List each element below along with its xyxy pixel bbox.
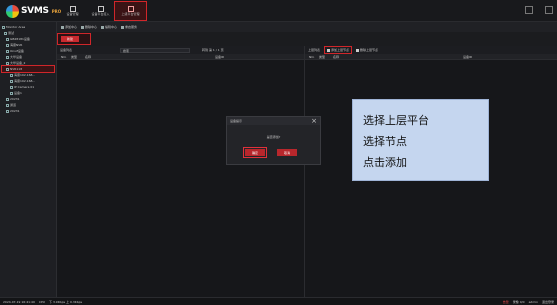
dialog-header: 设备提示 × [227,117,320,125]
device-node-icon [6,49,9,53]
logo-text: SVMS [21,6,49,16]
device-node-icon [6,97,9,101]
device-filter-bar: 设备列表 搜索 转到 第 1 / 1 页 [57,46,304,54]
folder-icon [4,31,7,35]
upper-action-bar: 上层列表 添加上层节点 删除上层节点 [305,46,557,54]
add-icon [61,25,64,29]
col-device-id: 设备ID [215,54,225,59]
cancel-button[interactable]: 取消 [277,149,297,156]
device-node-icon [6,67,9,71]
device-table-header: NO. 类型 名称 设备ID [57,54,304,60]
add-center-button[interactable]: 添加中心 [61,25,77,29]
edit-icon [101,25,105,29]
ok-button-highlight: 确定 [243,147,267,158]
main-toolbar: 添加中心 删除中心 编辑中心 重启服务 [57,22,557,32]
tab-upper-platform[interactable]: 上级平台管理 [114,1,147,21]
col-name: 名称 [333,54,340,59]
device-node-icon [6,43,9,47]
add-node-icon [327,48,331,52]
note-line: 点击添加 [363,156,407,169]
device-list-label: 设备列表 [60,48,73,52]
camera-icon [10,85,13,89]
alarm-indicator[interactable]: 告警 [503,300,509,304]
delete-node-icon [356,48,360,52]
new-button-highlight: 新建 [57,33,91,45]
close-icon[interactable]: × [311,117,317,125]
status-bar: 2024-07-19 16:41:40 CPU 下 3.9Kbps 上 0.3K… [0,297,557,305]
device-node-icon [6,55,9,59]
logo-icon [6,4,19,18]
restart-icon [121,25,125,29]
col-device-id: 设备ID [463,54,473,59]
device-tree: Monitor Area 测试 GB28181设备 海康NVR Onvif设备 … [0,22,57,297]
status-time: 2024-07-19 16:41:40 [3,299,35,304]
col-name: 名称 [85,54,92,59]
top-bar: SVMS PRO 设备管理 设备平台接入 上级平台管理 [0,0,557,22]
ok-button[interactable]: 确定 [245,149,265,156]
dialog-buttons: 确定 取消 [243,147,297,158]
col-no: NO. [309,54,315,59]
add-upper-node-button[interactable]: 添加上层节点 [324,46,353,54]
col-no: NO. [61,54,67,59]
tree-item[interactable]: 20231 [2,108,54,114]
device-node-icon [6,61,9,65]
new-button[interactable]: 新建 [61,36,79,42]
device-node-icon [6,103,9,107]
tab-platform-access[interactable]: 设备平台接入 [84,1,117,21]
camera-icon [10,79,13,83]
edit-center-button[interactable]: 编辑中心 [101,25,117,29]
window-controls [525,6,553,14]
note-line: 选择节点 [363,135,407,148]
restart-service-button[interactable]: 重启服务 [121,25,137,29]
upper-table-header: NO. 类型 名称 设备ID [305,54,557,60]
minimize-icon[interactable] [525,6,533,14]
record-count: 录像 0/0 [512,299,525,304]
device-search-input[interactable]: 搜索 [120,47,191,53]
camera-icon [10,91,13,95]
user-name: admin [528,299,538,304]
device-node-icon [6,109,9,113]
paging-info: 转到 第 1 / 1 页 [202,48,224,52]
delete-icon [81,25,85,29]
device-list-panel: 设备列表 搜索 转到 第 1 / 1 页 NO. 类型 名称 设备ID [57,46,305,297]
close-window-icon[interactable] [545,6,553,14]
confirm-dialog: 设备提示 × 是否添加? 确定 取消 [226,116,321,165]
note-line: 选择上层平台 [363,114,429,127]
network-rate: 下 3.9Kbps 上 0.3Kbps [48,299,83,304]
cpu-indicator: CPU [38,299,45,304]
col-type: 类型 [319,54,326,59]
instruction-note: 选择上层平台 选择节点 点击添加 [352,99,489,181]
app-logo: SVMS PRO [6,3,61,19]
delete-upper-node-button[interactable]: 删除上层节点 [356,48,378,52]
logout-link[interactable]: 退出登录 [542,300,554,304]
device-node-icon [6,37,9,41]
upper-list-label: 上层列表 [308,48,321,52]
col-type: 类型 [71,54,78,59]
dialog-message: 是否添加? [266,135,281,139]
delete-center-button[interactable]: 删除中心 [81,25,97,29]
folder-icon [2,25,5,29]
camera-icon [10,73,13,77]
dialog-title: 设备提示 [230,119,243,123]
